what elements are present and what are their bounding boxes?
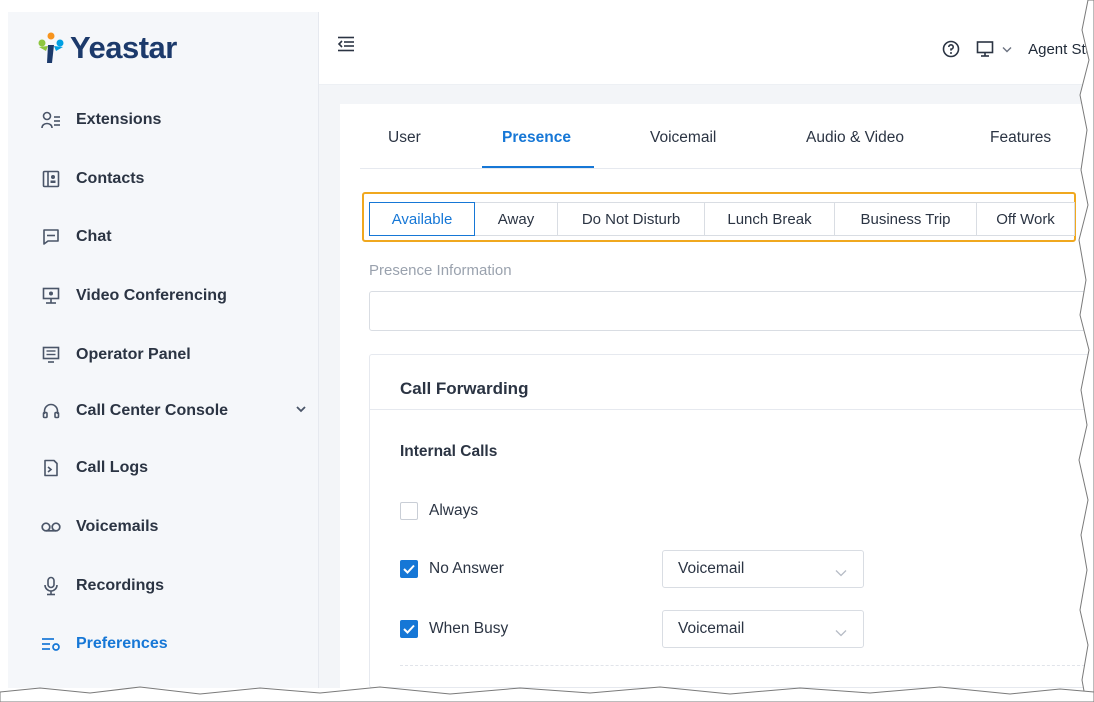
when-busy-destination-value: Voicemail bbox=[678, 620, 745, 637]
no-answer-destination-select[interactable]: Voicemail bbox=[662, 550, 864, 588]
sidebar: Yeastar Extensions Contacts Chat Video C bbox=[8, 12, 319, 688]
sidebar-item-recordings[interactable]: Recordings bbox=[40, 571, 310, 601]
preferences-tabs: User Presence Voicemail Audio & Video Fe… bbox=[360, 104, 1094, 169]
section-divider bbox=[400, 665, 1090, 666]
sidebar-item-contacts[interactable]: Contacts bbox=[40, 164, 310, 194]
yeastar-logo[interactable]: Yeastar bbox=[34, 30, 177, 66]
call-forwarding-title: Call Forwarding bbox=[400, 379, 529, 398]
chevron-down-icon bbox=[835, 564, 847, 582]
presence-information-label: Presence Information bbox=[369, 262, 512, 279]
presence-option-lunch-break[interactable]: Lunch Break bbox=[704, 202, 835, 236]
internal-calls-title: Internal Calls bbox=[400, 443, 498, 460]
brand-name: Yeastar bbox=[70, 30, 177, 65]
tab-user[interactable]: User bbox=[388, 129, 421, 147]
tab-features[interactable]: Features bbox=[990, 129, 1051, 147]
video-conferencing-icon bbox=[40, 285, 62, 307]
sidebar-item-call-center-console[interactable]: Call Center Console bbox=[40, 396, 310, 426]
contacts-icon bbox=[40, 168, 62, 190]
help-icon[interactable] bbox=[942, 40, 960, 58]
desktop-icon[interactable] bbox=[976, 40, 994, 58]
checkmark-icon bbox=[403, 624, 415, 634]
chevron-down-icon[interactable] bbox=[296, 402, 306, 416]
sidebar-item-operator-panel[interactable]: Operator Panel bbox=[40, 340, 310, 370]
sidebar-item-call-logs[interactable]: Call Logs bbox=[40, 453, 310, 483]
preferences-card: User Presence Voicemail Audio & Video Fe… bbox=[340, 104, 1094, 688]
presence-option-away[interactable]: Away bbox=[474, 202, 558, 236]
forward-when-busy-row: When Busy bbox=[400, 618, 508, 640]
preferences-icon bbox=[40, 633, 62, 655]
presence-option-business-trip[interactable]: Business Trip bbox=[834, 202, 977, 236]
sidebar-item-label: Chat bbox=[76, 228, 112, 245]
sidebar-item-label: Call Logs bbox=[76, 459, 149, 476]
tab-audio-video[interactable]: Audio & Video bbox=[806, 129, 904, 147]
when-busy-destination-select[interactable]: Voicemail bbox=[662, 610, 864, 648]
no-answer-destination-value: Voicemail bbox=[678, 560, 745, 577]
forward-when-busy-checkbox[interactable] bbox=[400, 620, 418, 638]
sidebar-item-voicemails[interactable]: Voicemails bbox=[40, 512, 310, 542]
sidebar-item-label: Recordings bbox=[76, 577, 165, 594]
presence-selector-highlight: Available Away Do Not Disturb Lunch Brea… bbox=[362, 192, 1076, 242]
active-tab-indicator bbox=[482, 166, 594, 168]
presence-option-off-work[interactable]: Off Work bbox=[976, 202, 1075, 236]
checkmark-icon bbox=[403, 564, 415, 574]
torn-edge-bottom bbox=[0, 686, 1094, 702]
header-actions: Agent Sta bbox=[942, 36, 1094, 62]
call-logs-icon bbox=[40, 457, 62, 479]
menu-collapse-icon[interactable] bbox=[337, 36, 355, 52]
call-forwarding-header: Call Forwarding bbox=[370, 355, 1093, 410]
app-window: Yeastar Extensions Contacts Chat Video C bbox=[0, 0, 1094, 702]
presence-option-do-not-disturb[interactable]: Do Not Disturb bbox=[557, 202, 705, 236]
forward-always-row: Always bbox=[400, 500, 478, 522]
voicemail-icon bbox=[40, 516, 62, 538]
sidebar-item-label: Preferences bbox=[76, 635, 168, 652]
sidebar-item-label: Contacts bbox=[76, 170, 145, 187]
chat-icon bbox=[40, 226, 62, 248]
tab-presence[interactable]: Presence bbox=[502, 129, 571, 147]
operator-panel-icon bbox=[40, 344, 62, 366]
sidebar-item-preferences[interactable]: Preferences bbox=[40, 629, 310, 659]
top-header: Agent Sta bbox=[319, 12, 1094, 85]
forward-no-answer-label: No Answer bbox=[429, 560, 504, 577]
yeastar-logo-icon bbox=[34, 31, 68, 65]
extensions-icon bbox=[40, 109, 62, 131]
presence-information-input[interactable] bbox=[369, 291, 1094, 331]
presence-option-available[interactable]: Available bbox=[369, 202, 475, 236]
sidebar-item-label: Extensions bbox=[76, 111, 162, 128]
sidebar-item-label: Call Center Console bbox=[76, 402, 229, 419]
chevron-down-icon[interactable] bbox=[1002, 46, 1012, 53]
tab-voicemail[interactable]: Voicemail bbox=[650, 129, 716, 147]
forward-no-answer-checkbox[interactable] bbox=[400, 560, 418, 578]
call-forwarding-panel: Call Forwarding Internal Calls Always No… bbox=[369, 354, 1094, 688]
torn-edge-right bbox=[1078, 0, 1094, 702]
forward-when-busy-label: When Busy bbox=[429, 620, 509, 637]
forward-no-answer-row: No Answer bbox=[400, 558, 504, 580]
headset-icon bbox=[40, 400, 62, 422]
sidebar-item-chat[interactable]: Chat bbox=[40, 222, 310, 252]
sidebar-item-label: Operator Panel bbox=[76, 346, 191, 363]
forward-always-checkbox[interactable] bbox=[400, 502, 418, 520]
sidebar-item-label: Video Conferencing bbox=[76, 287, 227, 304]
forward-always-label: Always bbox=[429, 502, 479, 519]
microphone-icon bbox=[40, 575, 62, 597]
sidebar-item-extensions[interactable]: Extensions bbox=[40, 105, 310, 135]
chevron-down-icon bbox=[835, 624, 847, 642]
sidebar-item-label: Voicemails bbox=[76, 518, 159, 535]
sidebar-item-video-conferencing[interactable]: Video Conferencing bbox=[40, 281, 310, 311]
